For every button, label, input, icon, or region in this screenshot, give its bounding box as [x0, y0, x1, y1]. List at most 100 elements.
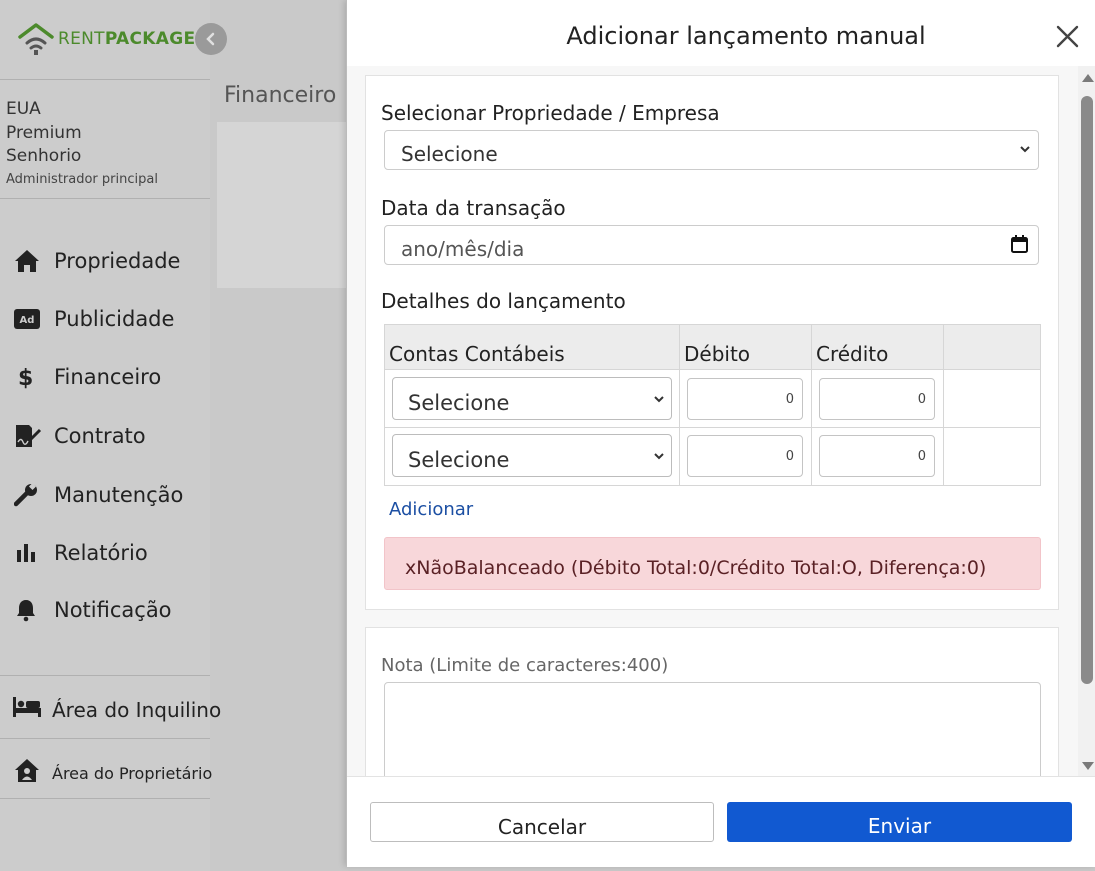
scroll-up-arrow[interactable] [1082, 74, 1094, 82]
col-header-credit: Crédito [811, 324, 944, 370]
sidebar-item-publicidade[interactable]: Ad Publicidade [14, 304, 174, 334]
action-cell [943, 427, 1041, 486]
user-country: EUA [6, 99, 41, 119]
credit-input[interactable]: 0 [819, 378, 935, 420]
house-user-icon [14, 758, 40, 788]
entry-form-card: Selecionar Propriedade / Empresa Selecio… [365, 75, 1059, 610]
note-label: Nota (Limite de caracteres:400) [381, 655, 669, 676]
account-select-value: Selecione [408, 391, 510, 415]
dollar-icon: $ [14, 364, 42, 390]
note-textarea[interactable] [384, 682, 1041, 776]
home-icon [14, 248, 42, 274]
sidebar-item-contrato[interactable]: Contrato [14, 421, 146, 451]
cancel-button[interactable]: Cancelar [370, 802, 714, 842]
calendar-icon[interactable] [1011, 235, 1028, 257]
table-header-row: Contas Contábeis Débito Crédito [384, 324, 1041, 370]
account-select[interactable]: Selecione [392, 434, 672, 477]
transaction-date-input[interactable]: ano/mês/dia [384, 225, 1039, 265]
close-icon [1056, 25, 1079, 48]
credit-cell: 0 [811, 427, 944, 486]
account-select-value: Selecione [408, 448, 510, 472]
date-placeholder: ano/mês/dia [401, 237, 525, 261]
chevron-down-icon [1018, 141, 1032, 160]
sidebar-item-owner-area[interactable]: Área do Proprietário [14, 758, 212, 788]
debit-input[interactable]: 0 [687, 435, 803, 477]
sidebar-divider [0, 79, 210, 80]
property-select-value: Selecione [401, 142, 498, 166]
unbalanced-alert: xNãoBalanceado (Débito Total:0/Crédito T… [384, 537, 1041, 590]
account-cell: Selecione [384, 427, 680, 486]
table-row: Selecione 0 0 [384, 427, 1041, 486]
account-cell: Selecione [384, 369, 680, 428]
debit-cell: 0 [679, 427, 812, 486]
user-info: EUA Premium Senhorio Administrador princ… [6, 98, 158, 191]
sidebar-item-propriedade[interactable]: Propriedade [14, 246, 180, 276]
bed-icon [12, 696, 42, 723]
page-tab-financeiro[interactable]: Financeiro [210, 64, 350, 122]
scroll-thumb[interactable] [1081, 96, 1093, 684]
contract-icon [14, 423, 42, 449]
date-label: Data da transação [381, 196, 566, 220]
sidebar-divider [0, 798, 210, 799]
chart-icon [14, 540, 42, 566]
close-button[interactable] [1053, 20, 1083, 52]
sidebar-item-label: Publicidade [54, 307, 175, 331]
credit-cell: 0 [811, 369, 944, 428]
property-select[interactable]: Selecione [384, 130, 1039, 170]
sidebar-item-label: Contrato [54, 424, 146, 448]
svg-text:Ad: Ad [20, 315, 35, 326]
debit-cell: 0 [679, 369, 812, 428]
ad-icon: Ad [14, 306, 42, 332]
sidebar-collapse-button[interactable] [195, 23, 227, 55]
credit-input[interactable]: 0 [819, 435, 935, 477]
main-panel [217, 122, 357, 288]
add-row-link[interactable]: Adicionar [389, 499, 473, 520]
sidebar: RENTPACKAGE EUA Premium Senhorio Adminis… [0, 0, 227, 871]
sidebar-divider [0, 675, 210, 676]
user-role: Administrador principal [6, 171, 158, 187]
table-row: Selecione 0 0 [384, 369, 1041, 428]
scroll-down-arrow[interactable] [1082, 762, 1094, 770]
brand-logo[interactable]: RENTPACKAGE [18, 20, 195, 58]
submit-button[interactable]: Enviar [727, 802, 1072, 842]
sidebar-item-label: Notificação [54, 598, 172, 622]
svg-text:$: $ [18, 366, 33, 390]
col-header-accounts: Contas Contábeis [384, 324, 680, 370]
col-header-actions [943, 324, 1041, 370]
chevron-down-icon [652, 448, 666, 467]
wifi-house-icon [18, 23, 54, 55]
sidebar-item-label: Área do Inquilino [52, 697, 222, 722]
sidebar-item-label: Área do Proprietário [52, 763, 213, 783]
debit-input[interactable]: 0 [687, 378, 803, 420]
modal-scrollbar[interactable] [1078, 66, 1095, 776]
property-label: Selecionar Propriedade / Empresa [381, 101, 720, 125]
sidebar-item-financeiro[interactable]: $ Financeiro [14, 362, 161, 392]
sidebar-divider [0, 198, 210, 199]
sidebar-item-label: Relatório [54, 541, 148, 565]
wrench-icon [14, 482, 42, 508]
modal-header: Adicionar lançamento manual [347, 0, 1095, 66]
action-cell [943, 369, 1041, 428]
note-card: Nota (Limite de caracteres:400) [365, 627, 1059, 776]
sidebar-item-notificacao[interactable]: Notificação [14, 595, 172, 625]
details-label: Detalhes do lançamento [381, 289, 626, 313]
col-header-debit: Débito [679, 324, 812, 370]
chevron-left-icon [206, 32, 215, 46]
sidebar-item-label: Manutenção [54, 483, 184, 507]
manual-entry-modal: Adicionar lançamento manual Selecionar P… [346, 0, 1095, 867]
sidebar-item-manutencao[interactable]: Manutenção [14, 480, 183, 510]
user-plan: Premium [6, 122, 82, 143]
sidebar-item-relatorio[interactable]: Relatório [14, 538, 148, 568]
modal-footer: Cancelar Enviar [347, 776, 1095, 867]
sidebar-item-tenant-area[interactable]: Área do Inquilino [12, 696, 221, 723]
sidebar-item-label: Financeiro [54, 365, 162, 389]
modal-title: Adicionar lançamento manual [566, 22, 926, 50]
brand-name: RENTPACKAGE [58, 29, 196, 49]
modal-body[interactable]: Selecionar Propriedade / Empresa Selecio… [347, 66, 1095, 776]
entry-details-table: Contas Contábeis Débito Crédito Selecion… [384, 324, 1041, 486]
sidebar-item-label: Propriedade [54, 249, 181, 273]
user-type: Senhorio [6, 146, 82, 166]
sidebar-divider [0, 738, 210, 739]
account-select[interactable]: Selecione [392, 377, 672, 420]
bell-icon [14, 597, 42, 623]
